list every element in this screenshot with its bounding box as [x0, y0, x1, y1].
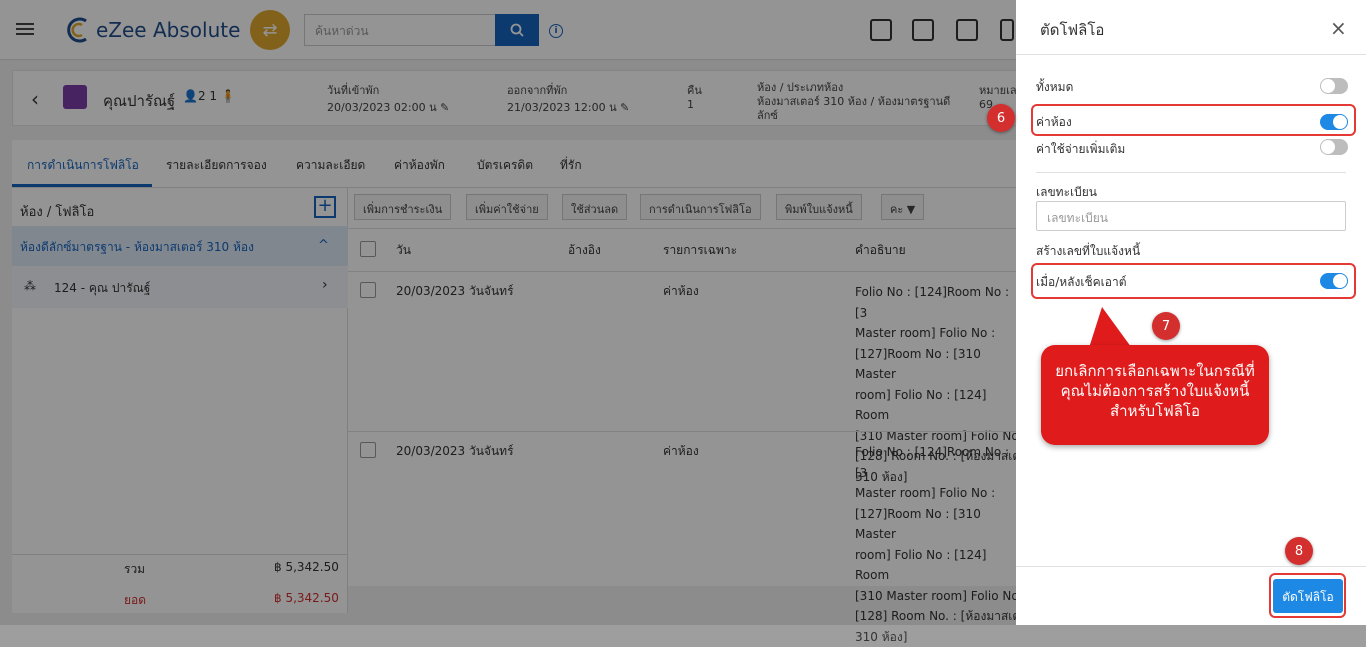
- split-folio-drawer: ตัดโฟลิโอ × ทั้งหมด ค่าห้อง ค่าใช้จ่ายเพ…: [1016, 0, 1366, 625]
- highlight-room-charge: [1031, 104, 1356, 136]
- step-8-badge: 8: [1285, 537, 1313, 565]
- extra-charge-toggle[interactable]: [1320, 139, 1348, 155]
- divider: [1036, 172, 1346, 173]
- instruction-callout: ยกเลิกการเลือกเฉพาะในกรณีที่คุณไม่ต้องกา…: [1041, 345, 1269, 445]
- invoice-label: สร้างเลขที่ใบแจ้งหนี้: [1036, 244, 1141, 258]
- highlight-checkout: [1031, 263, 1356, 299]
- all-toggle[interactable]: [1320, 78, 1348, 94]
- step-7-badge: 7: [1152, 312, 1180, 340]
- close-icon[interactable]: ×: [1330, 16, 1347, 40]
- divider: [1016, 54, 1366, 55]
- drawer-title: ตัดโฟลิโอ: [1040, 21, 1105, 39]
- step-6-badge: 6: [987, 104, 1015, 132]
- all-label: ทั้งหมด: [1036, 80, 1074, 94]
- reg-input[interactable]: เลขทะเบียน: [1036, 201, 1346, 231]
- highlight-submit: [1269, 573, 1346, 618]
- reg-label: เลขทะเบียน: [1036, 185, 1097, 199]
- divider: [1016, 566, 1366, 567]
- modal-overlay[interactable]: [0, 0, 1016, 625]
- extra-charge-label: ค่าใช้จ่ายเพิ่มเติม: [1036, 142, 1126, 156]
